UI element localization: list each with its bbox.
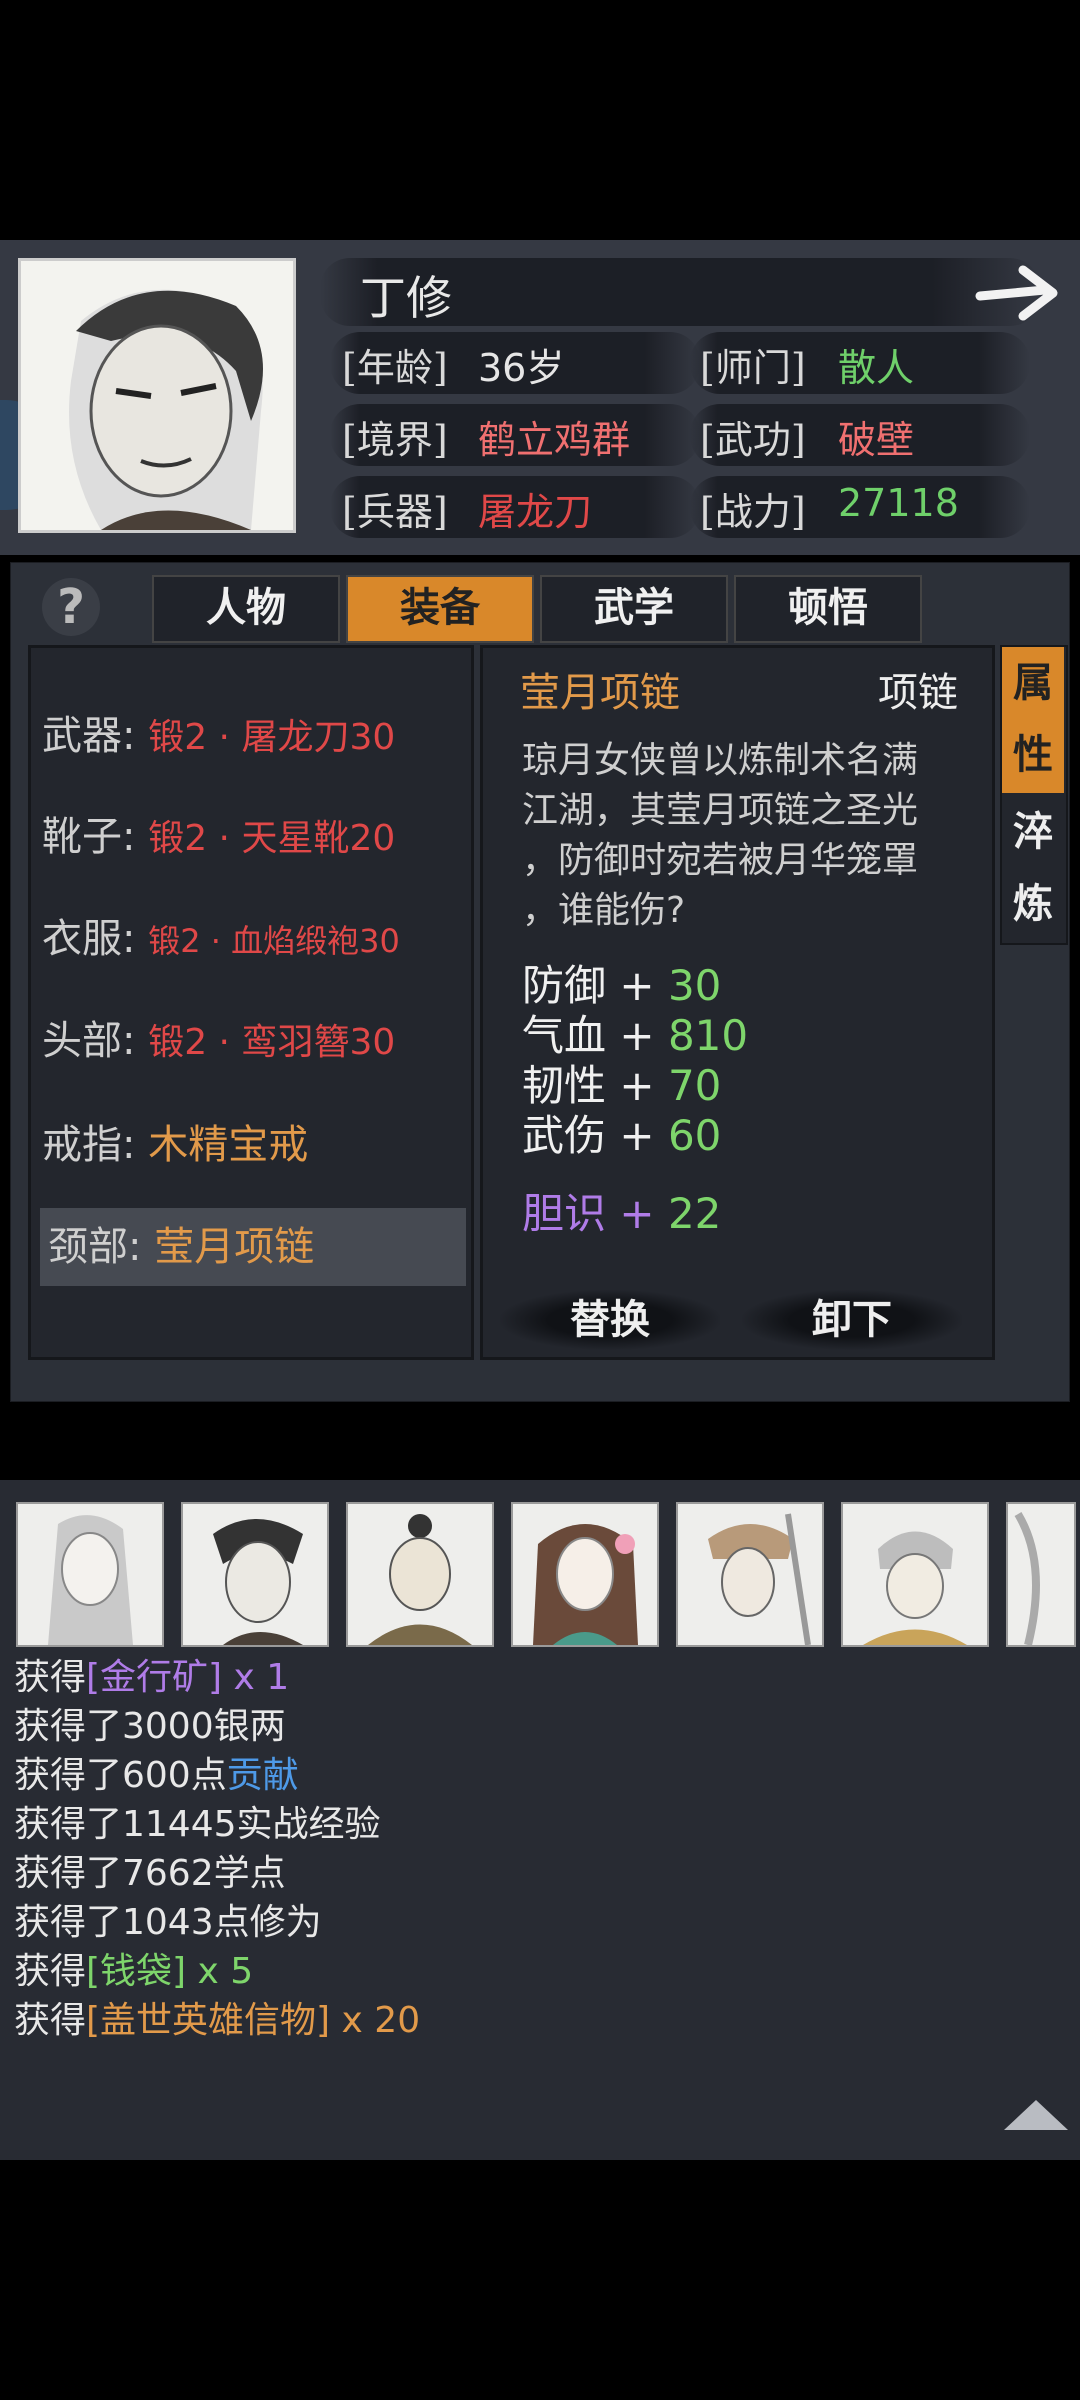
log-item: 贡献 [226,1755,299,1796]
companion-avatar[interactable] [346,1502,494,1647]
equipment-slot-ring[interactable]: 戒指: 木精宝戒 [42,1106,462,1184]
log-count: x 5 [186,1951,254,1992]
tab-refine[interactable]: 淬 炼 [1002,796,1064,942]
age-value: 36岁 [478,346,565,390]
equipment-slot-head[interactable]: 头部: 锻2 · 鸾羽簪30 [42,1002,462,1080]
special-stat-row: 胆识 + 22 [522,1180,721,1241]
log-entry: 获得[钱袋] x 5 [14,1942,253,1994]
stat-plus: + [619,1189,655,1238]
log-entry: 获得[盖世英雄信物] x 20 [14,1991,420,2043]
companion-avatar[interactable] [841,1502,989,1647]
log-entry: 获得了1043点修为 [14,1893,322,1945]
power-label: [战力] [700,490,806,534]
log-text: 获得了600点 [14,1755,227,1796]
description-line: ，防御时宛若被月华笼罩 [522,840,919,881]
weapon-label: [兵器] [342,490,448,534]
tab-enlightenment[interactable]: 顿悟 [734,575,922,643]
description-line: 琼月女侠曾以炼制术名满 [522,740,919,781]
companion-avatar[interactable] [181,1502,329,1647]
item-name: 莹月项链 [520,670,680,716]
slot-label: 头部: [42,1018,136,1064]
log-text: 获得 [14,2000,87,2041]
tab-char: 炼 [1013,880,1053,927]
stat-plus: + [619,1111,655,1160]
log-text: 获得 [14,1951,87,1992]
log-item: [盖世英雄信物] [86,2000,331,2041]
scroll-up-icon[interactable] [1004,2100,1068,2130]
weapon-value: 屠龙刀 [478,490,593,534]
tab-character[interactable]: 人物 [152,575,340,643]
log-text: 获得了7662学点 [14,1853,286,1894]
realm-value: 鹤立鸡群 [478,418,631,462]
log-item: [钱袋] [86,1951,187,1992]
sect-label: [师门] [700,346,806,390]
slot-item: 锻2 · 鸾羽簪30 [148,1022,396,1063]
log-count: x 1 [222,1657,290,1698]
log-entry: 获得了7662学点 [14,1844,286,1896]
equipment-slot-clothes[interactable]: 衣服: 锻2 · 血焰缎袍30 [42,900,462,978]
tab-char: 淬 [1013,808,1053,855]
log-text: 获得 [14,1657,87,1698]
tab-char: 属 [1013,659,1053,706]
stat-row: 武伤 + 60 [522,1102,721,1163]
age-label: [年龄] [342,346,448,390]
item-type: 项链 [878,670,958,716]
slot-item: 锻2 · 屠龙刀30 [148,717,396,758]
character-portrait [18,258,296,533]
log-text: 获得了3000银两 [14,1706,286,1747]
slot-label: 颈部: [48,1224,142,1270]
slot-label: 衣服: [42,916,136,962]
stat-label: 胆识 [522,1189,607,1238]
companion-avatar[interactable] [511,1502,659,1647]
log-entry: 获得[金行矿] x 1 [14,1648,289,1700]
companion-avatar[interactable] [676,1502,824,1647]
log-text: 获得了1043点修为 [14,1902,322,1943]
power-value: 27118 [838,481,959,525]
stat-label: 武伤 [522,1111,607,1160]
stat-value: 22 [667,1189,722,1238]
equipment-slot-neck[interactable]: 颈部: 莹月项链 [40,1208,466,1286]
log-entry: 获得了600点贡献 [14,1746,299,1798]
tab-char: 性 [1013,731,1053,778]
slot-label: 武器: [42,713,136,759]
log-item: [金行矿] [86,1657,223,1698]
slot-item: 锻2 · 血焰缎袍30 [148,922,400,960]
unequip-button[interactable]: 卸下 [742,1290,962,1350]
stat-value: 60 [667,1111,722,1160]
slot-item: 锻2 · 天星靴20 [148,818,396,859]
log-text: 获得了11445实战经验 [14,1804,381,1845]
realm-label: [境界] [342,418,448,462]
log-entry: 获得了11445实战经验 [14,1795,381,1847]
tab-equipment[interactable]: 装备 [346,575,534,643]
equipment-slot-weapon[interactable]: 武器: 锻2 · 屠龙刀30 [42,697,462,775]
slot-label: 靴子: [42,814,136,860]
martial-value: 破壁 [838,418,915,462]
description-line: 江湖，其莹月项链之圣光 [522,790,919,831]
martial-label: [武功] [700,418,806,462]
character-name: 丁修 [360,271,452,325]
companion-avatar[interactable] [16,1502,164,1647]
sect-value: 散人 [838,346,915,390]
description-line: ，谁能伤? [522,890,686,931]
slot-item: 木精宝戒 [148,1122,309,1168]
log-entry: 获得了3000银两 [14,1697,286,1749]
companion-avatar[interactable] [1006,1502,1076,1647]
replace-button[interactable]: 替换 [500,1290,720,1350]
slot-item: 莹月项链 [154,1224,315,1270]
equipment-slot-boots[interactable]: 靴子: 锻2 · 天星靴20 [42,798,462,876]
log-count: x 20 [330,2000,421,2041]
next-arrow-icon[interactable] [975,258,1060,328]
help-icon[interactable]: ? [42,578,100,636]
item-description: 琼月女侠曾以炼制术名满 江湖，其莹月项链之圣光 ，防御时宛若被月华笼罩 ，谁能伤… [522,736,918,936]
tab-attributes[interactable]: 属 性 [1002,647,1064,793]
tab-martial-arts[interactable]: 武学 [540,575,728,643]
slot-label: 戒指: [42,1122,136,1168]
